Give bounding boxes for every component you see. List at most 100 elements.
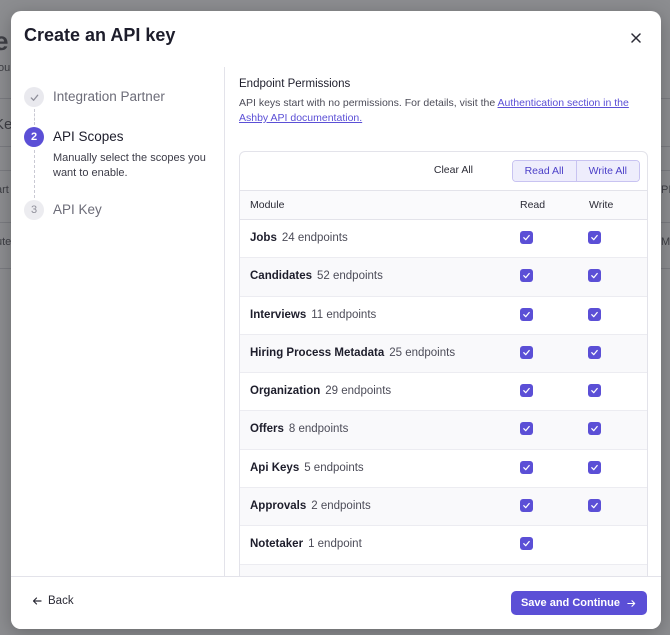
check-icon	[591, 349, 598, 356]
background-text: e	[0, 26, 9, 56]
read-checkbox[interactable]	[520, 422, 533, 436]
read-checkbox[interactable]	[520, 307, 533, 321]
table-body: Jobs 24 endpoints Candidates 52 endpoints In…	[240, 220, 647, 577]
check-icon	[591, 388, 598, 394]
step-number: 3	[24, 200, 44, 220]
read-checkbox[interactable]	[520, 231, 533, 244]
column-header-read: Read	[520, 199, 546, 211]
endpoint-count: 5 endpoints	[304, 461, 364, 474]
module-name: Candidates 52 endpoints	[250, 270, 383, 282]
write-checkbox[interactable]	[588, 460, 601, 474]
table-row: Candidates 52 endpoints	[240, 258, 647, 297]
check-icon	[591, 273, 598, 279]
read-checkbox[interactable]	[520, 269, 533, 283]
module-name: Organization 29 endpoints	[250, 385, 391, 397]
clear-all-button[interactable]: Clear All	[434, 164, 473, 176]
endpoint-count: 29 endpoints	[325, 385, 392, 398]
check-icon	[591, 426, 598, 432]
module-label: Hiring Process Metadata	[250, 346, 385, 359]
step-title: API Scopes	[53, 129, 124, 144]
table-row: Interviews 11 endpoints	[240, 297, 647, 335]
modal-footer: Back Save and Continue	[11, 576, 661, 629]
read-all-button[interactable]: Read All	[512, 161, 576, 181]
check-icon	[523, 464, 530, 471]
endpoint-count: 52 endpoints	[317, 270, 383, 283]
create-api-key-modal: Create an API key Integration Partner 2 …	[11, 11, 661, 629]
step-number: 2	[24, 127, 44, 147]
arrow-right-icon	[627, 599, 636, 607]
write-checkbox[interactable]	[588, 345, 601, 359]
check-icon	[523, 502, 530, 509]
back-button[interactable]: Back	[31, 595, 74, 607]
modal-header: Create an API key	[11, 11, 661, 67]
close-button[interactable]	[625, 27, 647, 49]
write-checkbox[interactable]	[588, 231, 601, 244]
read-checkbox[interactable]	[520, 499, 533, 513]
table-row: Api Keys 5 endpoints	[240, 450, 647, 489]
check-icon	[591, 502, 598, 509]
modal-title: Create an API key	[24, 25, 176, 45]
module-name: Hiring Process Metadata 25 endpoints	[250, 347, 455, 359]
module-label: Api Keys	[250, 461, 300, 474]
module-label: Approvals	[250, 500, 307, 513]
module-name: Interviews 11 endpoints	[250, 309, 376, 321]
endpoint-count: 8 endpoints	[288, 423, 349, 436]
read-checkbox[interactable]	[520, 537, 533, 551]
check-icon	[591, 464, 598, 471]
table-row: Hiring Process Metadata 25 endpoints	[240, 334, 647, 374]
module-label: Notetaker	[250, 538, 304, 551]
module-name: Api Keys 5 endpoints	[250, 462, 364, 474]
arrow-left-icon	[32, 597, 42, 605]
module-label: Jobs	[250, 232, 277, 244]
bulk-select-group: Read All Write All	[511, 160, 640, 182]
read-checkbox[interactable]	[520, 460, 533, 474]
endpoint-count: 24 endpoints	[281, 232, 348, 244]
read-checkbox[interactable]	[520, 384, 533, 398]
section-description: API keys start with no permissions. For …	[239, 96, 649, 126]
module-name: Jobs 24 endpoints	[250, 232, 348, 244]
table-header: Module Read Write	[240, 191, 647, 220]
table-row: Approvals 2 endpoints	[240, 488, 647, 527]
write-checkbox[interactable]	[588, 307, 601, 321]
check-icon	[523, 234, 530, 241]
permissions-table: Clear All Read All Write All Module Read…	[239, 151, 648, 577]
check-icon	[523, 426, 530, 432]
write-checkbox[interactable]	[588, 422, 601, 436]
background-text: M	[661, 236, 670, 248]
step-title: Integration Partner	[53, 89, 165, 104]
write-all-button[interactable]: Write All	[575, 161, 639, 181]
step-connector	[34, 109, 35, 125]
write-checkbox[interactable]	[588, 499, 601, 513]
step-title: API Key	[53, 202, 102, 217]
description-text: API keys start with no permissions. For …	[239, 97, 498, 109]
table-row: Offers 8 endpoints	[240, 411, 647, 450]
check-icon	[523, 273, 530, 279]
module-label: Offers	[250, 423, 284, 436]
section-title: Endpoint Permissions	[239, 78, 351, 90]
module-name: Notetaker 1 endpoint	[250, 538, 362, 550]
save-and-continue-button[interactable]: Save and Continue	[510, 591, 647, 615]
background-text: PI	[661, 184, 670, 196]
module-label: Interviews	[250, 308, 307, 321]
close-icon	[631, 33, 641, 43]
module-label: Organization	[250, 385, 321, 398]
write-checkbox[interactable]	[588, 384, 601, 398]
module-name: Offers 8 endpoints	[250, 423, 348, 435]
check-icon	[523, 349, 530, 356]
check-icon	[591, 311, 598, 317]
module-label: Candidates	[250, 270, 312, 283]
endpoint-permissions-panel: Endpoint Permissions API keys start with…	[225, 67, 661, 577]
table-row: Organization 29 endpoints	[240, 373, 647, 412]
read-checkbox[interactable]	[520, 345, 533, 359]
endpoint-count: 1 endpoint	[308, 538, 362, 551]
background-text: ute	[0, 236, 12, 248]
endpoint-count: 25 endpoints	[389, 346, 456, 359]
back-label: Back	[48, 595, 74, 607]
write-checkbox[interactable]	[588, 269, 601, 283]
background-text: ou	[0, 62, 11, 74]
column-header-module: Module	[250, 199, 285, 211]
table-row: Jobs 24 endpoints	[240, 220, 647, 259]
table-row: Notetaker 1 endpoint	[240, 526, 647, 565]
stepper: Integration Partner 2 API Scopes Manuall…	[11, 67, 225, 577]
endpoint-count: 2 endpoints	[311, 500, 371, 513]
